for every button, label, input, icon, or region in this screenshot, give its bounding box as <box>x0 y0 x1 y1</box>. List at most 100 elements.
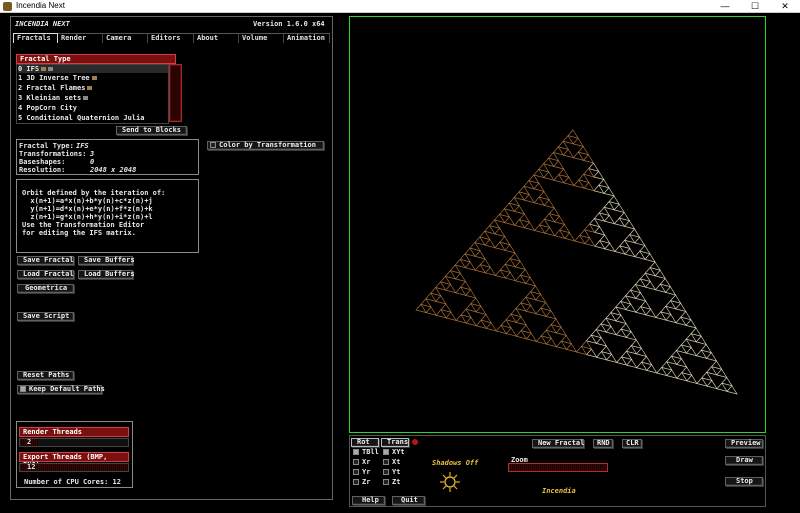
shadows-toggle[interactable]: Shadows Off <box>432 459 478 467</box>
fractal-cell <box>721 376 733 387</box>
fractal-cell <box>524 277 537 287</box>
tab-render[interactable]: Render <box>58 33 103 43</box>
fractal-cell <box>603 214 616 225</box>
trans-option-label: XYt <box>392 448 405 456</box>
tab-animation[interactable]: Animation <box>284 33 330 43</box>
fractal-cell <box>583 181 595 192</box>
trans-option-xyt[interactable]: XYt <box>383 448 405 456</box>
fractal-cell <box>538 190 550 201</box>
rot-option-zr[interactable]: Zr <box>353 478 370 486</box>
rot-button[interactable]: Rot <box>351 438 379 447</box>
fractal-cell <box>645 308 657 319</box>
fractal-cell <box>608 195 620 205</box>
description-line: z(n+1)=g*x(n)+h*y(n)+i*z(n)+l <box>22 213 153 221</box>
quit-button[interactable]: Quit <box>392 496 425 505</box>
fractal-cell <box>620 322 632 333</box>
fractal-cell <box>695 335 708 346</box>
stop-button[interactable]: Stop <box>725 477 763 486</box>
fractal-cell <box>615 314 627 325</box>
fractal-cell <box>582 154 595 164</box>
close-icon[interactable]: ✕ <box>770 0 800 13</box>
render-viewport[interactable] <box>349 16 766 433</box>
fractal-cell <box>518 213 531 223</box>
checkbox-icon <box>353 469 359 475</box>
clr-button[interactable]: CLR <box>622 439 642 448</box>
fractal-cell <box>685 346 698 357</box>
keep-default-paths-checkbox[interactable]: Keep Default Paths <box>17 385 105 394</box>
tab-about[interactable]: About <box>194 33 239 43</box>
checkbox-icon <box>383 459 389 465</box>
sun-icon[interactable] <box>440 472 460 492</box>
fractal-type-header: Fractal Type <box>16 54 176 64</box>
export-threads-slider[interactable]: 12 <box>19 463 129 472</box>
fractal-cell <box>716 368 728 379</box>
maximize-icon[interactable]: ☐ <box>740 0 770 13</box>
trans-option-xt[interactable]: Xt <box>383 458 400 466</box>
rot-option-label: Zr <box>362 478 371 486</box>
rnd-button[interactable]: RND <box>593 439 613 448</box>
tab-fractals[interactable]: Fractals <box>13 33 58 43</box>
rot-option-tbll[interactable]: TBll <box>353 448 379 456</box>
load-fractal-button[interactable]: Load Fractal <box>17 270 74 279</box>
fractal-cell <box>595 337 608 347</box>
load-buffers-button[interactable]: Load Buffers <box>78 270 135 279</box>
trans-button[interactable]: Trans <box>381 438 409 447</box>
fractal-cell <box>545 337 558 348</box>
fractal-cell <box>584 237 596 247</box>
window-titlebar: Incendia Next — ☐ ✕ <box>0 0 800 13</box>
fractal-cell <box>644 280 657 291</box>
list-item[interactable]: 3 Kleinian sets <box>18 94 89 102</box>
fractal-cell <box>558 223 571 234</box>
tab-volume[interactable]: Volume <box>239 33 284 43</box>
rot-option-xr[interactable]: Xr <box>353 458 370 466</box>
info-resolution-label: Resolution: <box>19 166 66 174</box>
draw-button[interactable]: Draw <box>725 456 763 465</box>
fractal-cell <box>613 203 626 214</box>
color-by-transformation-checkbox[interactable]: Color by Transformation <box>207 141 324 150</box>
list-item[interactable]: 5 Conditional Quaternion Julia <box>18 114 144 122</box>
fractal-cell <box>567 129 579 139</box>
zoom-slider[interactable] <box>508 463 608 472</box>
checkbox-icon <box>353 479 359 485</box>
fractal-cell <box>640 355 653 366</box>
trans-option-yt[interactable]: Yt <box>383 468 400 476</box>
info-fractal-type-label: Fractal Type: <box>19 142 74 150</box>
geometrica-button[interactable]: Geometrica <box>17 284 74 293</box>
list-item[interactable]: 4 PopCorn City <box>18 104 77 112</box>
save-fractal-button[interactable]: Save Fractal <box>17 256 74 265</box>
list-item[interactable]: 0 IFS <box>18 65 168 73</box>
new-fractal-button[interactable]: New Fractal <box>532 439 584 448</box>
save-script-button[interactable]: Save Script <box>17 312 74 321</box>
info-transformations-value: 3 <box>90 150 95 158</box>
fractal-cell <box>669 294 682 304</box>
send-to-blocks-button[interactable]: Send to Blocks <box>116 126 188 135</box>
save-buffers-button[interactable]: Save Buffers <box>78 256 135 265</box>
trans-option-zt[interactable]: Zt <box>383 478 400 486</box>
fractal-cell <box>644 253 656 263</box>
list-item[interactable]: 1 3D Inverse Tree <box>18 74 97 82</box>
rot-option-yr[interactable]: Yr <box>353 468 370 476</box>
fractal-cell <box>675 302 687 313</box>
fractal-cell <box>630 339 643 349</box>
minimize-icon[interactable]: — <box>710 0 740 13</box>
fractal-cell <box>675 358 688 368</box>
fractal-cell <box>639 244 651 255</box>
list-item[interactable]: 2 Fractal Flames <box>18 84 93 92</box>
scrollbar-thumb[interactable] <box>171 66 180 120</box>
version-label: Version 1.6.0 x64 <box>253 20 325 28</box>
rot-option-label: Xr <box>362 458 371 466</box>
fractal-cell <box>618 211 631 222</box>
list-badge-icon <box>91 76 97 80</box>
preview-button[interactable]: Preview <box>725 439 763 448</box>
list-item-label: 3 Kleinian sets <box>18 94 82 102</box>
fractal-cell <box>666 369 678 379</box>
reset-paths-button[interactable]: Reset Paths <box>17 371 74 380</box>
help-button[interactable]: Help <box>352 496 385 505</box>
fractal-cell <box>646 364 658 374</box>
fractal-cell <box>626 358 638 369</box>
fractal-cell <box>623 220 636 230</box>
fractal-cell <box>465 316 477 327</box>
render-threads-slider[interactable]: 2 <box>19 438 129 447</box>
tab-camera[interactable]: Camera <box>103 33 148 43</box>
tab-editors[interactable]: Editors <box>148 33 194 43</box>
